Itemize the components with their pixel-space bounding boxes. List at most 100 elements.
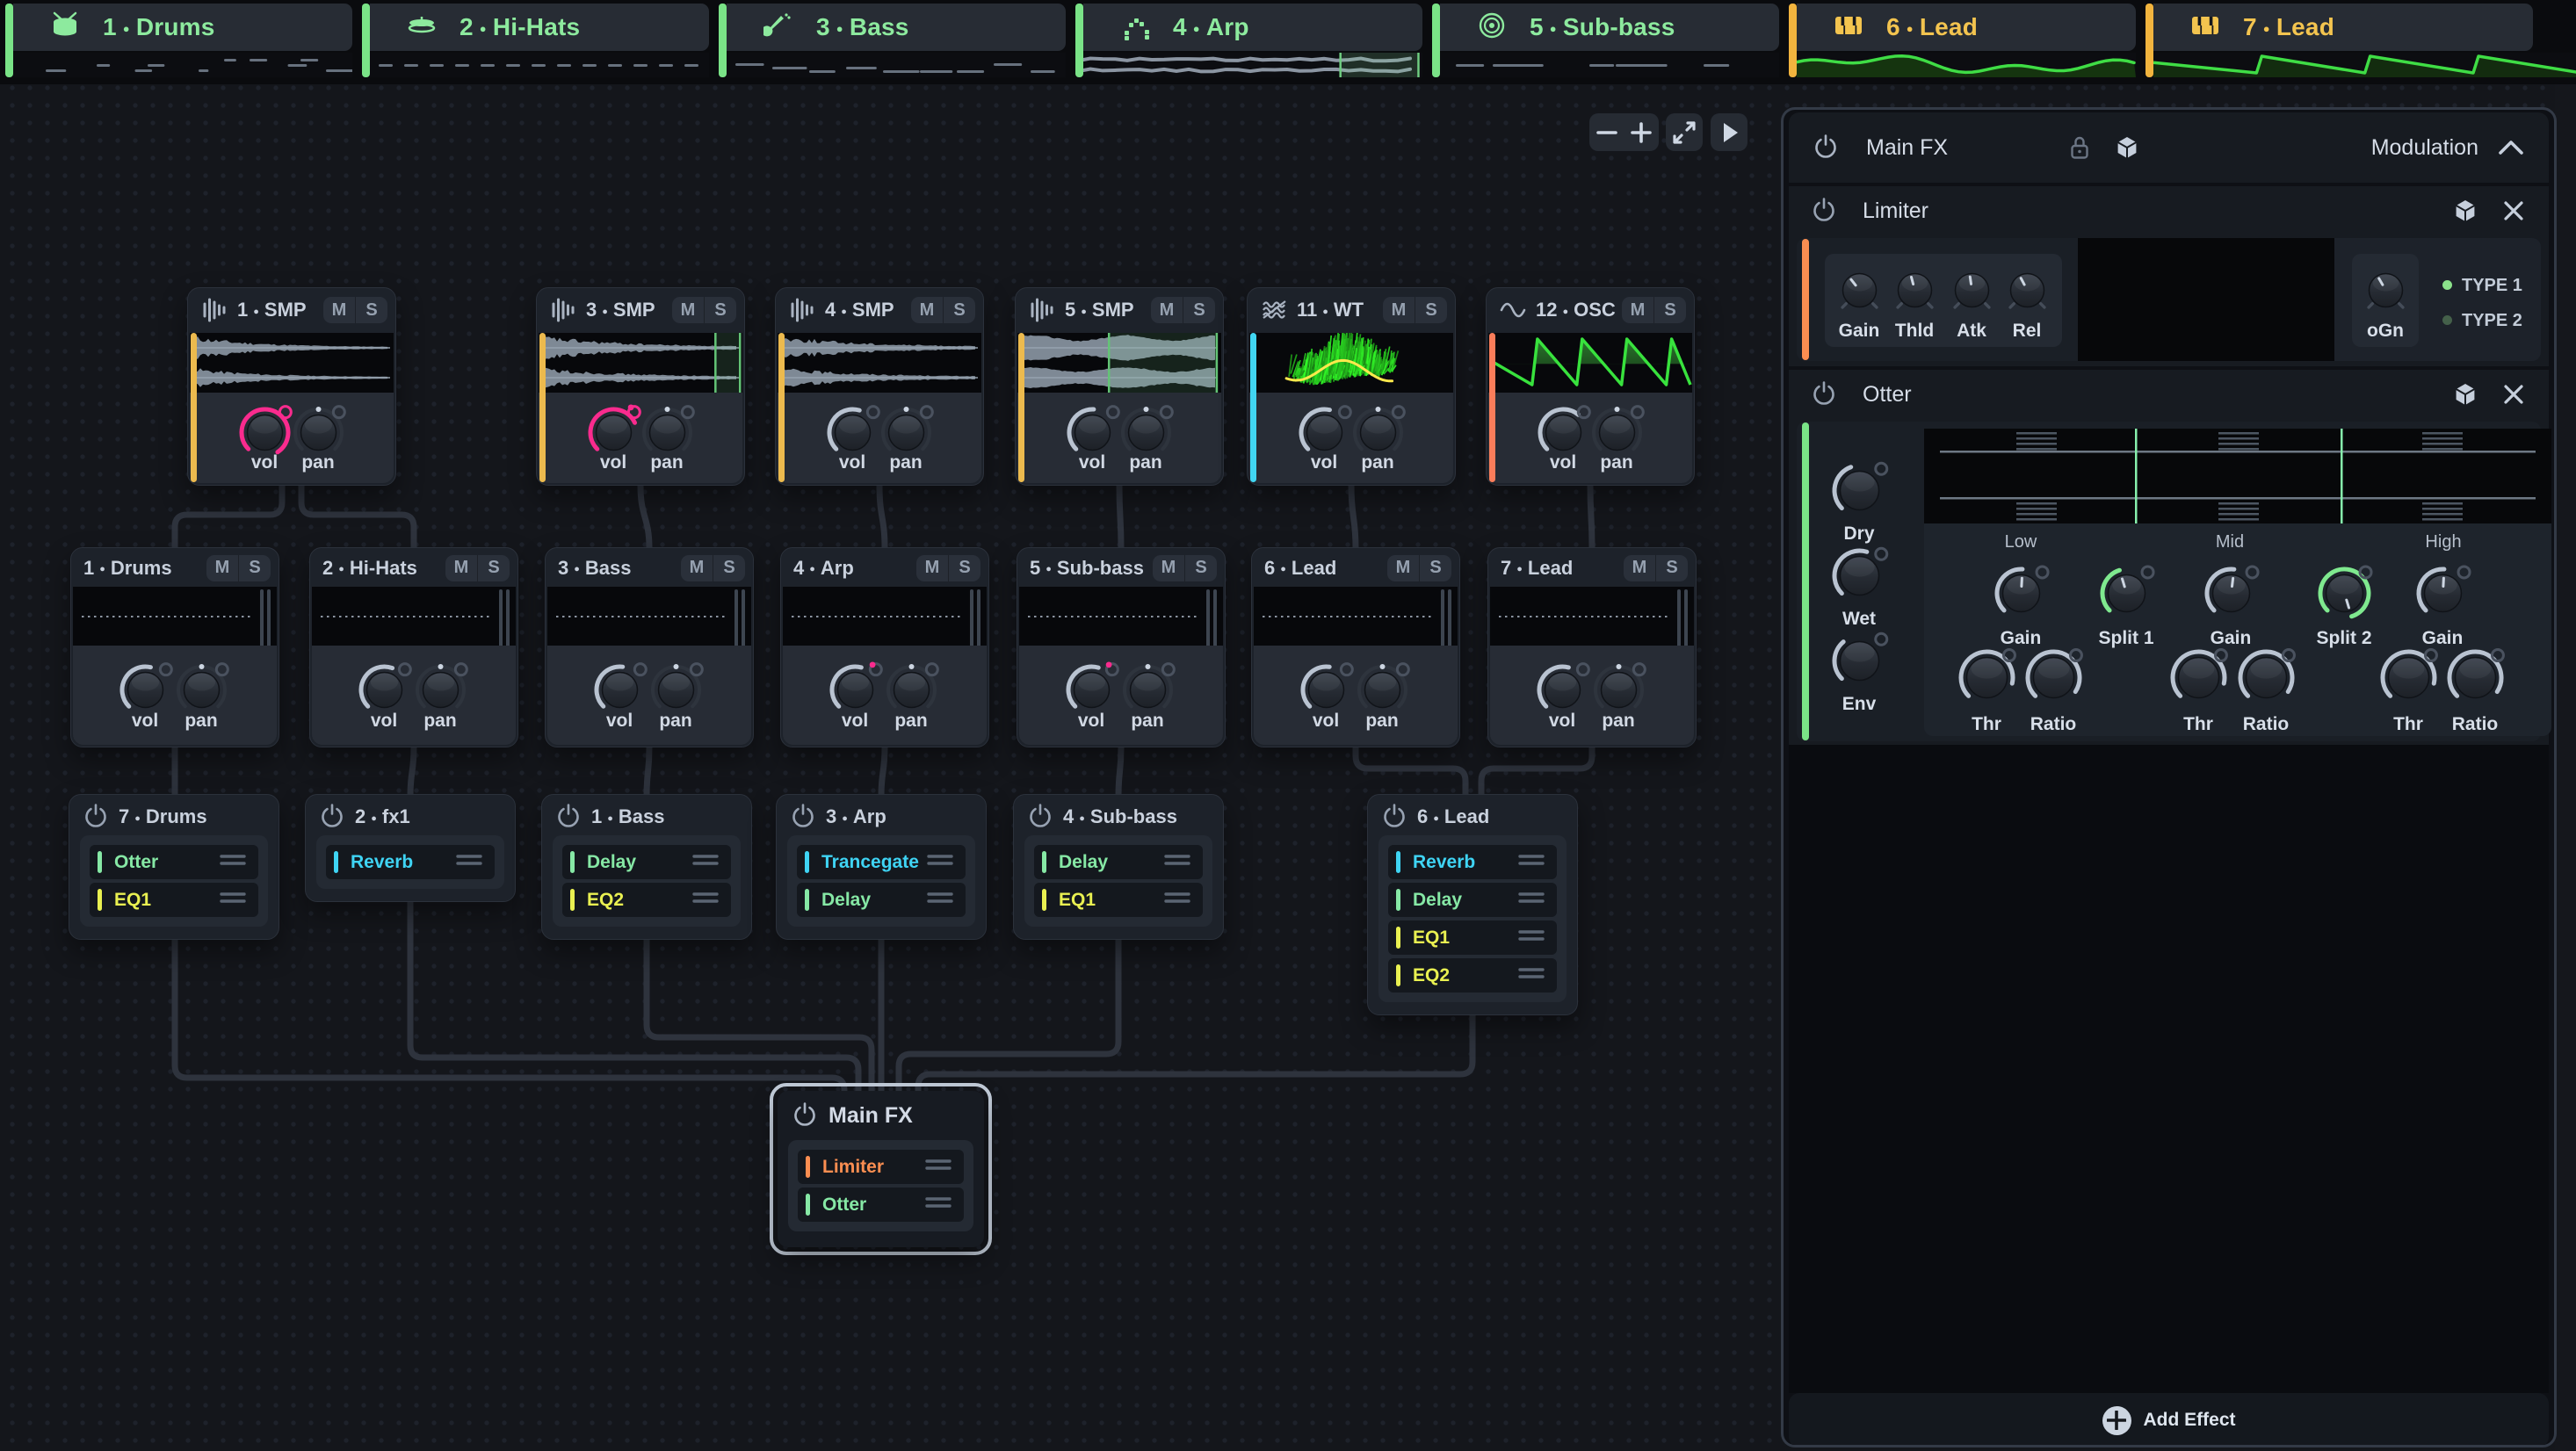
mute-button[interactable]: M (916, 555, 948, 581)
limiter-knob-rel[interactable] (1993, 256, 2062, 329)
mixer-node-4-arp[interactable]: 4●Arp M S vol pan (780, 547, 989, 747)
otter-knob-ratio[interactable] (2015, 639, 2092, 720)
fx-item-eq1[interactable]: EQ1 (90, 883, 258, 917)
drag-handle-icon[interactable] (692, 854, 719, 870)
cube-icon[interactable] (2452, 198, 2478, 224)
mixer-node-3-bass[interactable]: 3●Bass M S vol pan (545, 547, 754, 747)
type1-radio[interactable] (2442, 280, 2452, 290)
solo-button[interactable]: S (1183, 297, 1215, 323)
fx-item-eq1[interactable]: EQ1 (1388, 920, 1557, 955)
drag-handle-icon[interactable] (927, 854, 953, 870)
solo-button[interactable]: S (1415, 297, 1447, 323)
mute-button[interactable]: M (206, 555, 238, 581)
drag-handle-icon[interactable] (1518, 854, 1545, 870)
mute-button[interactable]: M (911, 297, 943, 323)
drag-handle-icon[interactable] (1164, 892, 1190, 908)
fx-item-eq1[interactable]: EQ1 (1034, 883, 1203, 917)
solo-button[interactable]: S (943, 297, 975, 323)
mute-button[interactable]: M (672, 297, 704, 323)
fx-item-otter[interactable]: Otter (798, 1188, 964, 1222)
otter-knob-thr[interactable] (2160, 639, 2237, 720)
otter-knob-gain[interactable] (1985, 557, 2058, 634)
tab-3-bass[interactable]: 3●Bass (719, 4, 1066, 77)
main-fx-node-selected[interactable]: Main FX Limiter Otter (770, 1083, 992, 1255)
generator-node-3-smp[interactable]: 3●SMP M S vol pan (536, 287, 745, 486)
drag-handle-icon[interactable] (456, 854, 482, 870)
fx-chain-node-7-drums[interactable]: 7●Drums Otter EQ1 (69, 794, 279, 940)
otter-knob-split2[interactable] (2308, 557, 2381, 634)
otter-knob-thr[interactable] (1949, 639, 2025, 720)
otter-knob-gain[interactable] (2195, 557, 2268, 634)
solo-button[interactable]: S (704, 297, 736, 323)
fx-item-eq2[interactable]: EQ2 (562, 883, 731, 917)
tab-4-arp[interactable]: 4●Arp (1075, 4, 1422, 77)
mixer-node-5-sub-bass[interactable]: 5●Sub-bass M S vol pan (1017, 547, 1226, 747)
otter-knob-wet[interactable] (1822, 538, 1897, 617)
mute-button[interactable]: M (1622, 297, 1653, 323)
mute-button[interactable]: M (1151, 297, 1183, 323)
mixer-node-1-drums[interactable]: 1●Drums M S vol pan (70, 547, 279, 747)
type2-radio[interactable] (2442, 315, 2452, 325)
fx-chain-node-6-lead[interactable]: 6●Lead Reverb Delay EQ1 EQ2 (1367, 794, 1578, 1015)
mute-button[interactable]: M (1153, 555, 1184, 581)
solo-button[interactable]: S (238, 555, 271, 581)
otter-knob-env[interactable] (1822, 624, 1897, 703)
fx-item-limiter[interactable]: Limiter (798, 1150, 964, 1184)
solo-button[interactable]: S (355, 297, 387, 323)
drag-handle-icon[interactable] (692, 892, 719, 908)
otter-knob-ratio[interactable] (2437, 639, 2514, 720)
otter-knob-split1[interactable] (2090, 557, 2163, 634)
zoom-out-button[interactable] (1590, 119, 1624, 146)
zoom-in-button[interactable] (1624, 119, 1659, 146)
fx-item-delay[interactable]: Delay (1388, 883, 1557, 917)
mute-button[interactable]: M (1383, 297, 1415, 323)
solo-button[interactable]: S (1655, 555, 1688, 581)
otter-knob-gain[interactable] (2406, 557, 2479, 634)
solo-button[interactable]: S (1184, 555, 1217, 581)
fx-item-delay[interactable]: Delay (562, 845, 731, 879)
generator-node-12-osc[interactable]: 12●OSC M S vol pan (1486, 287, 1695, 486)
fx-item-trancegate[interactable]: Trancegate (797, 845, 966, 879)
mixer-node-6-lead[interactable]: 6●Lead M S vol pan (1251, 547, 1460, 747)
fit-view-button[interactable] (1666, 113, 1703, 151)
mute-button[interactable]: M (1624, 555, 1655, 581)
tab-2-hi-hats[interactable]: 2●Hi-Hats (362, 4, 709, 77)
fx-chain-node-2-fx1[interactable]: 2●fx1 Reverb (305, 794, 516, 902)
drag-handle-icon[interactable] (927, 892, 953, 908)
solo-button[interactable]: S (1419, 555, 1451, 581)
chevron-up-icon[interactable] (2496, 133, 2526, 162)
fx-item-delay[interactable]: Delay (1034, 845, 1203, 879)
drag-handle-icon[interactable] (220, 854, 246, 870)
fx-item-delay[interactable]: Delay (797, 883, 966, 917)
fx-item-reverb[interactable]: Reverb (1388, 845, 1557, 879)
drag-handle-icon[interactable] (925, 1196, 952, 1213)
solo-button[interactable]: S (477, 555, 510, 581)
solo-button[interactable]: S (713, 555, 745, 581)
drag-handle-icon[interactable] (1518, 967, 1545, 984)
solo-button[interactable]: S (1653, 297, 1686, 323)
drag-handle-icon[interactable] (1518, 892, 1545, 908)
mute-button[interactable]: M (445, 555, 477, 581)
add-effect-button[interactable]: Add Effect (1789, 1393, 2549, 1447)
play-button[interactable] (1711, 113, 1747, 151)
tab-5-sub-bass[interactable]: 5●Sub-bass (1432, 4, 1779, 77)
drag-handle-icon[interactable] (925, 1159, 952, 1175)
generator-node-4-smp[interactable]: 4●SMP M S vol pan (775, 287, 984, 486)
lock-icon[interactable] (2066, 134, 2094, 162)
tab-1-drums[interactable]: 1●Drums (5, 4, 352, 77)
drag-handle-icon[interactable] (220, 892, 246, 908)
otter-knob-thr[interactable] (2370, 639, 2447, 720)
cube-icon[interactable] (2452, 381, 2478, 408)
fx-item-eq2[interactable]: EQ2 (1388, 958, 1557, 993)
drag-handle-icon[interactable] (1164, 854, 1190, 870)
drag-handle-icon[interactable] (1518, 929, 1545, 946)
otter-knob-dry[interactable] (1822, 453, 1897, 532)
fx-chain-node-1-bass[interactable]: 1●Bass Delay EQ2 (541, 794, 752, 940)
close-icon[interactable] (2501, 382, 2526, 407)
generator-node-1-smp[interactable]: 1●SMP M S vol pan (187, 287, 396, 486)
mute-button[interactable]: M (323, 297, 355, 323)
solo-button[interactable]: S (948, 555, 980, 581)
tab-7-lead[interactable]: 7●Lead (2145, 4, 2533, 77)
generator-node-5-smp[interactable]: 5●SMP M S vol pan (1015, 287, 1224, 486)
mixer-node-2-hi-hats[interactable]: 2●Hi-Hats M S vol pan (309, 547, 518, 747)
